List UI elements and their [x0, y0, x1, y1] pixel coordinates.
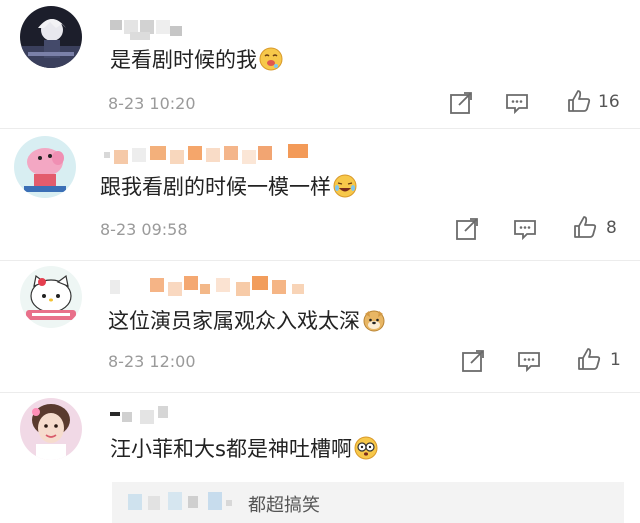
divider	[0, 260, 640, 261]
share-icon[interactable]	[454, 216, 480, 242]
like-count: 1	[610, 350, 621, 370]
divider	[0, 392, 640, 393]
like-icon[interactable]	[572, 214, 598, 240]
reply-preview[interactable]: 都超搞笑	[112, 482, 624, 523]
like-icon[interactable]	[566, 88, 592, 114]
comment-text: 是看剧时候的我	[110, 47, 283, 73]
like-count: 16	[598, 92, 620, 112]
comment-item: 是看剧时候的我 8-23 10:20 16	[0, 0, 640, 130]
girl-photo-avatar	[20, 398, 82, 460]
comment-text: 这位演员家属观众入戏太深	[108, 308, 386, 334]
anime-character-avatar	[20, 6, 82, 68]
avatar[interactable]	[20, 266, 82, 328]
peppa-pig-avatar	[14, 136, 76, 198]
like-icon[interactable]	[576, 346, 602, 372]
comment-icon[interactable]	[512, 216, 538, 242]
divider	[0, 128, 640, 129]
username-blurred[interactable]	[110, 20, 190, 42]
comment-time: 8-23 10:20	[108, 94, 196, 113]
comment-item: 汪小菲和大s都是神吐槽啊 都超搞笑	[0, 394, 640, 523]
surprised-glasses-icon	[354, 436, 378, 460]
comment-text: 跟我看剧的时候一模一样	[100, 174, 357, 200]
share-icon[interactable]	[448, 90, 474, 116]
comment-icon[interactable]	[504, 90, 530, 116]
username-blurred[interactable]	[110, 406, 190, 428]
share-icon[interactable]	[460, 348, 486, 374]
hello-kitty-avatar	[20, 266, 82, 328]
reply-username-blurred	[128, 494, 142, 510]
comment-item: 跟我看剧的时候一模一样 8-23 09:58 8	[0, 130, 640, 260]
like-count: 8	[606, 218, 617, 238]
comment-icon[interactable]	[516, 348, 542, 374]
comment-text: 汪小菲和大s都是神吐槽啊	[110, 436, 378, 462]
doge-icon	[362, 308, 386, 332]
comment-time: 8-23 09:58	[100, 220, 188, 239]
reply-text: 都超搞笑	[248, 495, 320, 516]
drooling-face-icon	[259, 47, 283, 71]
username-blurred[interactable]	[104, 144, 314, 166]
username-blurred[interactable]	[110, 274, 310, 296]
comment-time: 8-23 12:00	[108, 352, 196, 371]
laughing-crying-icon	[333, 174, 357, 198]
avatar[interactable]	[20, 398, 82, 460]
comment-item: 这位演员家属观众入戏太深 8-23 12:00 1	[0, 262, 640, 392]
avatar[interactable]	[20, 6, 82, 68]
avatar[interactable]	[14, 136, 76, 198]
